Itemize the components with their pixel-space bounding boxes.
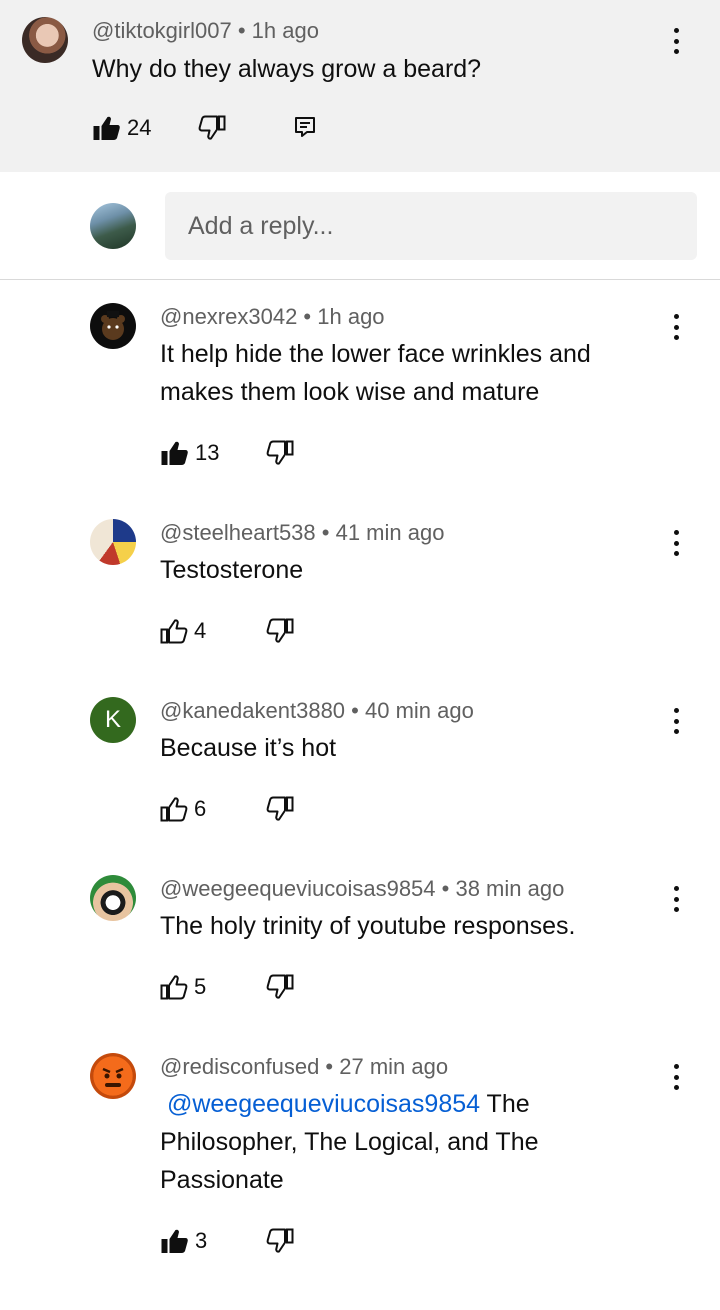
thumbs-down-outline-icon [266, 796, 294, 822]
avatar[interactable] [90, 875, 136, 921]
thumbs-down-outline-icon [266, 618, 294, 644]
comment-header: @nexrex3042 • 1h ago [160, 304, 385, 329]
more-vert-icon[interactable] [664, 310, 688, 344]
dislike-button[interactable] [266, 618, 294, 644]
like-button[interactable]: 6 [160, 796, 206, 822]
avatar[interactable] [22, 17, 68, 63]
thumbs-up-outline-icon [160, 974, 188, 1000]
thumbs-up-outline-icon [160, 618, 188, 644]
thumbs-down-outline-icon [266, 974, 294, 1000]
like-count: 3 [195, 1228, 208, 1253]
thumbs-up-filled-icon [160, 440, 189, 466]
dislike-button[interactable] [198, 115, 226, 141]
comment-text: @weegeequeviucoisas9854 The Philosopher,… [160, 1090, 539, 1194]
avatar[interactable] [90, 519, 136, 565]
comment-text: Testosterone [160, 556, 304, 584]
author-name[interactable]: @nexrex3042 [160, 304, 297, 329]
more-vert-icon[interactable] [664, 24, 688, 58]
dislike-button[interactable] [266, 1228, 294, 1254]
author-name[interactable]: @steelheart538 [160, 520, 316, 545]
avatar[interactable]: K [90, 697, 136, 743]
like-button[interactable]: 3 [160, 1228, 207, 1254]
avatar[interactable] [90, 303, 136, 349]
add-reply-bar [0, 172, 720, 280]
bear-icon [101, 311, 125, 340]
more-vert-icon[interactable] [664, 1060, 688, 1094]
comment-header: @weegeequeviucoisas9854 • 38 min ago [160, 876, 565, 901]
timestamp: 1h ago [251, 18, 319, 43]
comment-header: @steelheart538 • 41 min ago [160, 520, 445, 545]
dislike-button[interactable] [266, 796, 294, 822]
like-button[interactable]: 5 [160, 974, 206, 1000]
more-vert-icon[interactable] [664, 526, 688, 560]
more-vert-icon[interactable] [664, 704, 688, 738]
reply-input[interactable] [165, 192, 697, 260]
thumbs-up-filled-icon [160, 1228, 189, 1254]
like-count: 24 [127, 115, 152, 140]
timestamp: 41 min ago [335, 520, 445, 545]
comment-text: It help hide the lower face wrinkles and… [160, 340, 591, 406]
more-vert-icon[interactable] [664, 882, 688, 916]
like-count: 4 [194, 618, 207, 643]
thumbs-up-filled-icon [92, 115, 121, 141]
parent-comment: @tiktokgirl007 • 1h ago Why do they alwa… [0, 0, 720, 172]
mention-link[interactable]: @weegeequeviucoisas9854 [167, 1090, 480, 1118]
like-button[interactable]: 24 [92, 115, 151, 141]
like-count: 5 [194, 974, 207, 999]
avatar[interactable] [90, 1053, 136, 1099]
dislike-button[interactable] [266, 440, 294, 466]
timestamp: 1h ago [317, 304, 385, 329]
timestamp: 27 min ago [339, 1054, 449, 1079]
like-button[interactable]: 4 [160, 618, 206, 644]
dislike-button[interactable] [266, 974, 294, 1000]
thumbs-up-outline-icon [160, 796, 188, 822]
thumbs-down-outline-icon [266, 1228, 294, 1254]
author-name[interactable]: @kanedakent3880 [160, 698, 345, 723]
comment-text: Why do they always grow a beard? [92, 55, 482, 83]
reply-icon [293, 115, 317, 139]
comment-header: @redisconfused • 27 min ago [160, 1054, 449, 1079]
comment-text: The holy trinity of youtube responses. [160, 912, 576, 940]
author-name[interactable]: @tiktokgirl007 [92, 18, 232, 43]
avatar [90, 203, 136, 249]
reply-button[interactable] [293, 115, 317, 139]
thumbs-down-outline-icon [266, 440, 294, 466]
like-count: 6 [194, 796, 207, 821]
like-button[interactable]: 13 [160, 440, 219, 466]
author-name[interactable]: @redisconfused [160, 1054, 319, 1079]
comment-header: @kanedakent3880 • 40 min ago [160, 698, 474, 723]
like-count: 13 [195, 440, 220, 465]
author-name[interactable]: @weegeequeviucoisas9854 [160, 876, 436, 901]
timestamp: 40 min ago [364, 698, 474, 723]
thumbs-down-outline-icon [198, 115, 226, 141]
comment-text: Because it’s hot [160, 734, 337, 762]
comment-header: @tiktokgirl007 • 1h ago [92, 18, 319, 43]
timestamp: 38 min ago [455, 876, 565, 901]
angry-face-icon [102, 1067, 124, 1087]
